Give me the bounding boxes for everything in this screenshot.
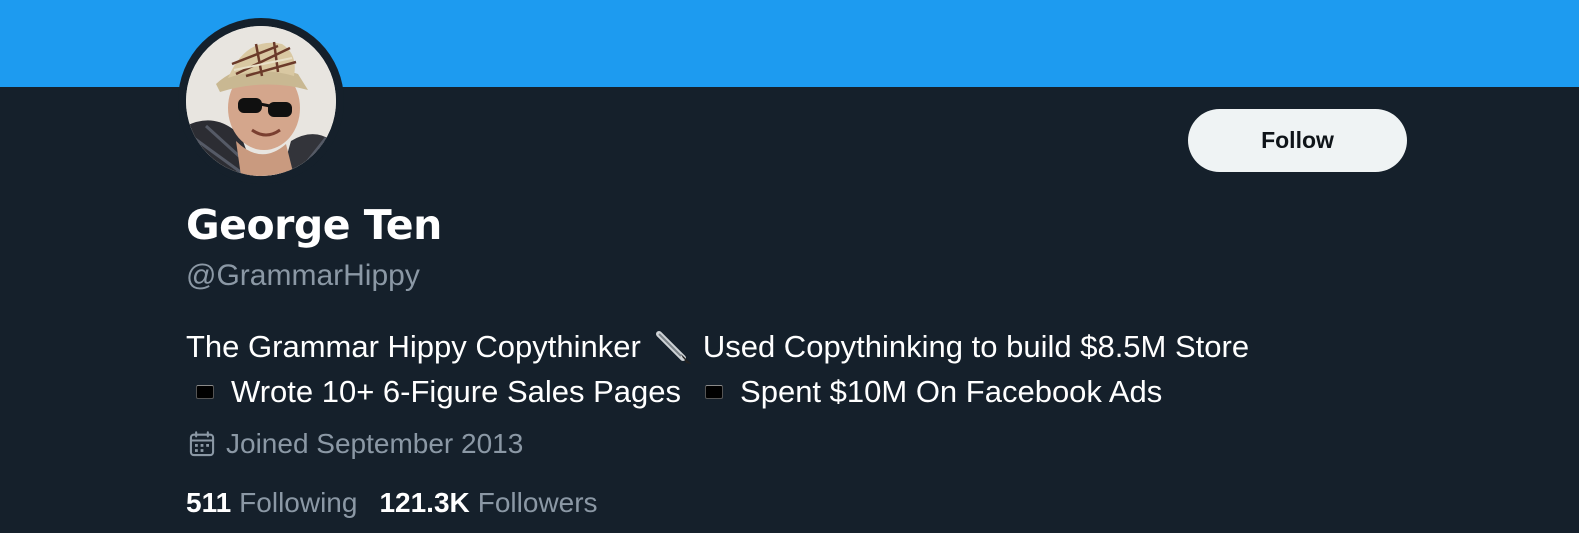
profile-bio: The Grammar Hippy Copythinker Used Copyt… (186, 324, 1386, 414)
followers-label: Followers (477, 487, 598, 518)
following-count: 511 (186, 487, 232, 518)
bio-line: Wrote 10+ 6-Figure Sales Pages Spent $10… (186, 369, 1386, 414)
join-date-text: Joined September 2013 (226, 428, 524, 459)
avatar-frame (178, 18, 344, 184)
bio-line: The Grammar Hippy Copythinker Used Copyt… (186, 324, 1386, 369)
avatar-photo (186, 26, 336, 176)
followers-link[interactable]: 121.3K Followers (379, 487, 597, 519)
bio-text: Wrote 10+ 6-Figure Sales Pages (231, 374, 682, 409)
calendar-icon (189, 431, 215, 457)
profile-handle: @GrammarHippy (186, 259, 420, 292)
bio-text: Used Copythinking to build $8.5M Store (702, 329, 1250, 364)
profile-page: Follow George Ten @GrammarHippy The Gram… (0, 0, 1579, 533)
bio-text: Spent $10M On Facebook Ads (740, 374, 1163, 409)
follow-button[interactable]: Follow (1188, 109, 1407, 172)
bio-text: The Grammar Hippy Copythinker (186, 329, 641, 364)
avatar[interactable] (186, 26, 336, 176)
fountain-pen-icon (655, 330, 691, 364)
profile-stats: 511 Following 121.3K Followers (186, 487, 620, 519)
following-label: Following (239, 487, 358, 518)
following-link[interactable]: 511 Following (186, 487, 357, 519)
followers-count: 121.3K (379, 487, 470, 518)
join-date: Joined September 2013 (188, 428, 523, 460)
black-square-icon (196, 384, 214, 399)
profile-name: George Ten (186, 201, 442, 249)
black-square-icon (705, 384, 724, 399)
